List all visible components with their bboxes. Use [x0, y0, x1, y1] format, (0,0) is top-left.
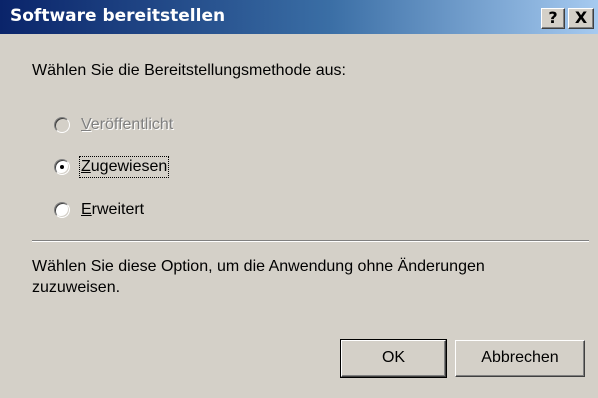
- ok-button[interactable]: OK: [340, 339, 447, 378]
- radio-button-icon: [54, 117, 70, 133]
- option-label-erweitert[interactable]: Erweitert: [81, 201, 144, 219]
- option-label-text: eröffentlicht: [90, 116, 174, 133]
- option-label-zugewiesen[interactable]: Zugewiesen: [78, 156, 170, 178]
- option-label-text: rweitert: [91, 201, 145, 218]
- divider: [32, 240, 589, 242]
- cancel-button[interactable]: Abbrechen: [455, 340, 585, 377]
- radio-option-erweitert[interactable]: Erweitert: [54, 199, 144, 221]
- help-button[interactable]: ?: [541, 8, 565, 29]
- radio-button-icon[interactable]: [54, 159, 70, 175]
- accelerator-key: Z: [81, 158, 91, 175]
- radio-selected-dot-icon: [60, 165, 64, 169]
- close-button[interactable]: X: [568, 8, 594, 29]
- deploy-software-dialog: Software bereitstellen ? X Wählen Sie di…: [0, 0, 598, 398]
- accelerator-key: V: [81, 116, 91, 133]
- option-label-veroeffentlicht: Veröffentlicht: [81, 116, 173, 134]
- option-description: Wählen Sie diese Option, um die Anwendun…: [32, 258, 485, 296]
- radio-option-veroeffentlicht: Veröffentlicht: [54, 114, 173, 136]
- window-title: Software bereitstellen: [10, 6, 226, 26]
- accelerator-key: E: [81, 201, 92, 218]
- radio-button-icon[interactable]: [54, 202, 70, 218]
- radio-option-zugewiesen[interactable]: Zugewiesen: [54, 156, 170, 178]
- title-bar[interactable]: Software bereitstellen ? X: [0, 0, 598, 34]
- method-prompt: Wählen Sie die Bereitstellungsmethode au…: [32, 62, 346, 79]
- option-label-text: ugewiesen: [90, 158, 168, 175]
